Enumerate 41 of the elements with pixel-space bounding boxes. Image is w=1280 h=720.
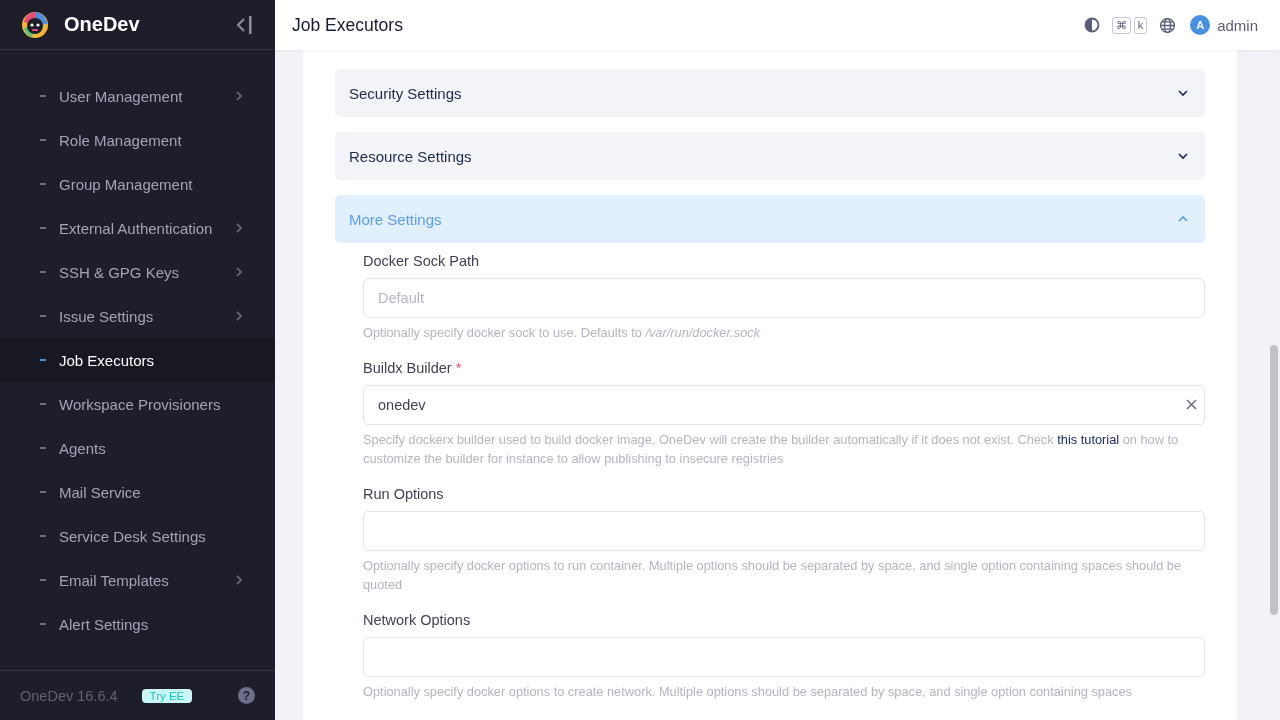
sidebar-item[interactable]: Job Executors — [0, 338, 275, 382]
field-label: Docker Sock Path — [363, 253, 481, 269]
keyboard-key: k — [1133, 16, 1148, 34]
sidebar-item[interactable]: Mail Service — [0, 470, 275, 514]
user-name[interactable]: admin — [1217, 16, 1258, 34]
sidebar-item[interactable]: Agents — [0, 426, 275, 470]
sidebar-item[interactable]: SSH & GPG Keys — [0, 250, 275, 294]
field-hint: Specify dockerx builder used to build docker image. OneDev will create the builder automatically if it does not exist. Check this tutorial on how to customize the builder for instance to allow publishing to insecure registries — [363, 431, 1180, 468]
clear-icon[interactable] — [1186, 399, 1197, 410]
logo-icon — [20, 9, 50, 40]
sidebar-item[interactable]: Group Management — [0, 162, 275, 206]
chevron-down-icon — [1177, 87, 1189, 99]
page-title: Job Executors — [292, 14, 404, 36]
field-label: Network Options — [363, 612, 472, 628]
field-hint: Optionally specify docker options to create network. Multiple options should be separated by space, and single option containing spaces — [363, 683, 1133, 701]
sidebar-item[interactable]: Role Management — [0, 118, 275, 162]
sidebar-item[interactable]: Service Desk Settings — [0, 514, 275, 558]
field-hint: Optionally specify docker options to run container. Multiple options should be separated by space, and single option containing spaces should be quoted — [363, 557, 1183, 594]
keyboard-key: ⌘ — [1111, 16, 1131, 34]
sidebar-item[interactable]: User Management — [0, 74, 275, 118]
chevron-down-icon — [1177, 150, 1189, 162]
sidebar-item[interactable]: Email Templates — [0, 558, 275, 602]
collapse-sidebar-icon[interactable] — [235, 14, 253, 35]
field-label: Buildx Builder * — [363, 360, 463, 376]
version-text: OneDev 16.6.4 — [20, 687, 118, 704]
input-field[interactable] — [363, 511, 1205, 551]
field-label: Run Options — [363, 486, 445, 502]
sidebar-item[interactable]: Alert Settings — [0, 602, 275, 646]
accordion-header[interactable]: Security Settings — [335, 69, 1205, 117]
sidebar-item[interactable]: External Authentication — [0, 206, 275, 250]
app-name: OneDev — [64, 13, 141, 36]
accordion-header[interactable]: Resource Settings — [335, 132, 1205, 180]
input-field[interactable]: onedev — [363, 385, 1205, 425]
input-field[interactable] — [363, 637, 1205, 677]
input-field[interactable]: Default — [363, 278, 1205, 318]
theme-toggle-icon[interactable] — [1083, 17, 1100, 33]
tutorial-link[interactable]: this tutorial — [1057, 432, 1120, 447]
field-hint: Optionally specify docker sock to use. Defaults to /var/run/docker.sock — [363, 324, 762, 342]
language-icon[interactable] — [1159, 16, 1177, 34]
sidebar-item[interactable]: Workspace Provisioners — [0, 382, 275, 426]
sidebar-item[interactable]: Issue Settings — [0, 294, 275, 338]
